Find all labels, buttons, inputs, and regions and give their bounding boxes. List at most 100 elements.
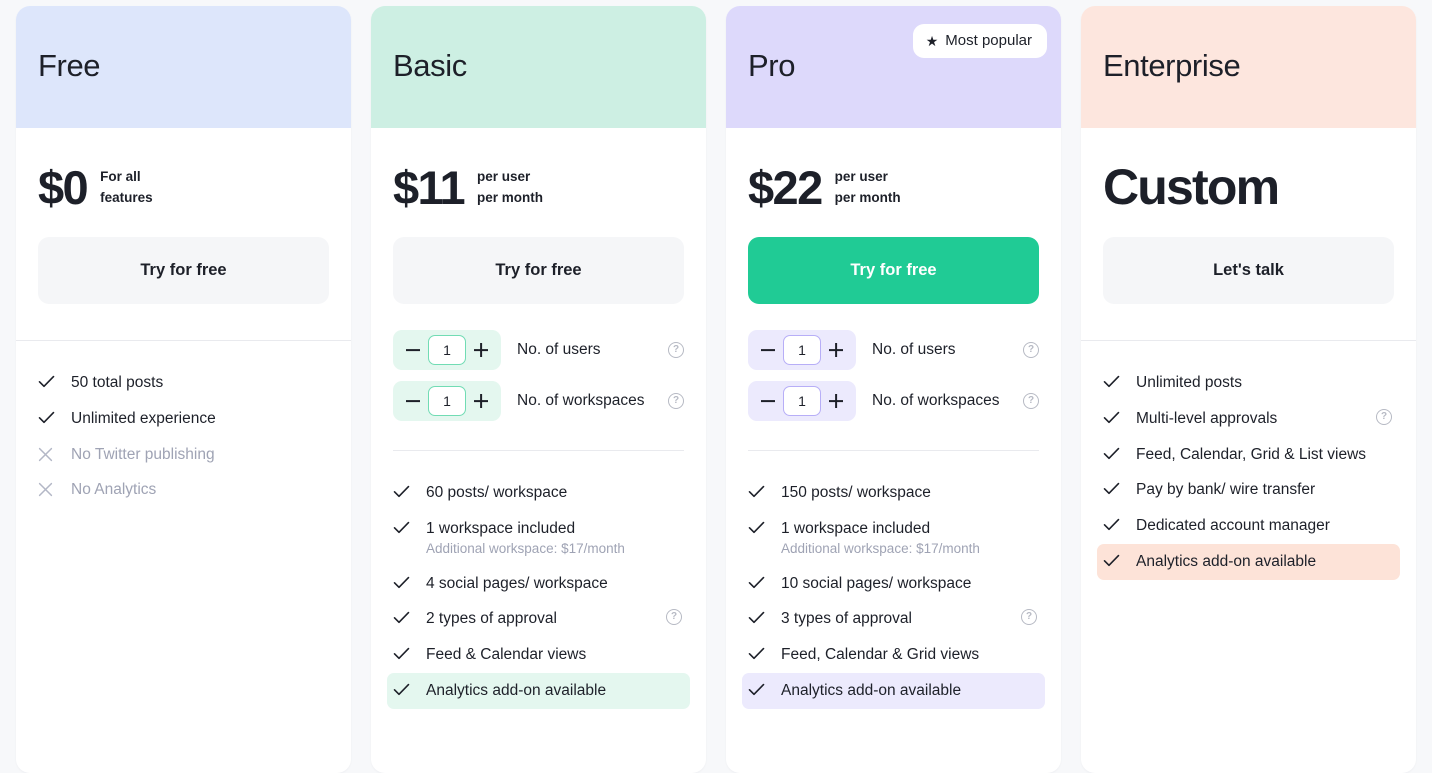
price-meta-line: per user bbox=[834, 169, 888, 185]
check-icon bbox=[38, 409, 55, 424]
feature-item: 3 types of approval ? bbox=[742, 601, 1045, 637]
feature-label: Dedicated account manager bbox=[1136, 517, 1330, 535]
feature-item: 4 social pages/ workspace bbox=[387, 566, 690, 602]
decrement-users-button[interactable] bbox=[400, 337, 426, 363]
feature-text: 60 posts/ workspace bbox=[426, 483, 682, 503]
help-icon[interactable]: ? bbox=[1023, 342, 1039, 358]
feature-item: 150 posts/ workspace bbox=[742, 475, 1045, 511]
help-icon[interactable]: ? bbox=[1021, 609, 1037, 626]
check-icon bbox=[748, 519, 765, 534]
feature-text: Unlimited posts bbox=[1136, 373, 1392, 393]
check-icon bbox=[393, 609, 410, 624]
workspaces-count-input[interactable]: 1 bbox=[783, 386, 821, 416]
feature-text: No Analytics bbox=[71, 480, 327, 500]
plan-cta-button[interactable]: Let's talk bbox=[1103, 237, 1394, 304]
feature-text: Feed & Calendar views bbox=[426, 645, 682, 665]
price-row: $22 per user per month bbox=[726, 128, 1061, 220]
feature-item: Pay by bank/ wire transfer bbox=[1097, 472, 1400, 508]
stepper-label-users: No. of users bbox=[872, 341, 956, 358]
feature-item: Unlimited posts bbox=[1097, 365, 1400, 401]
price-meta-line: per month bbox=[477, 189, 544, 205]
help-icon[interactable]: ? bbox=[666, 609, 682, 626]
quantity-stepper-users[interactable]: 1 bbox=[393, 330, 501, 370]
feature-text: Multi-level approvals bbox=[1136, 409, 1360, 429]
check-icon bbox=[748, 483, 765, 498]
quantity-stepper-workspaces[interactable]: 1 bbox=[748, 381, 856, 421]
feature-item: Feed, Calendar & Grid views bbox=[742, 637, 1045, 673]
decrement-workspaces-button[interactable] bbox=[400, 388, 426, 414]
feature-text: Pay by bank/ wire transfer bbox=[1136, 480, 1392, 500]
plan-card-basic: Basic $11 per user per month Try for free… bbox=[371, 6, 706, 773]
feature-label: Unlimited experience bbox=[71, 409, 216, 427]
decrement-workspaces-button[interactable] bbox=[755, 388, 781, 414]
feature-item: 2 types of approval ? bbox=[387, 601, 690, 637]
feature-item: Feed, Calendar, Grid & List views bbox=[1097, 437, 1400, 473]
plan-header: Enterprise bbox=[1081, 6, 1416, 128]
check-icon bbox=[1103, 373, 1120, 388]
plan-header: Basic bbox=[371, 6, 706, 128]
feature-label: 3 types of approval bbox=[781, 610, 912, 628]
increment-workspaces-button[interactable] bbox=[823, 388, 849, 414]
feature-text: Analytics add-on available bbox=[781, 681, 1037, 701]
plan-header: Pro ★ Most popular bbox=[726, 6, 1061, 128]
plan-card-enterprise: Enterprise Custom Let's talk Unlimited p… bbox=[1081, 6, 1416, 773]
plan-name: Basic bbox=[393, 48, 467, 83]
feature-label: 1 workspace included bbox=[781, 519, 931, 537]
cta-wrapper: Try for free bbox=[16, 220, 351, 304]
feature-label: Feed, Calendar, Grid & List views bbox=[1136, 445, 1367, 463]
price-meta: per user per month bbox=[477, 169, 543, 204]
price-meta-line: per month bbox=[834, 189, 901, 205]
users-count-input[interactable]: 1 bbox=[783, 335, 821, 365]
stepper-row-users: 1 No. of users ? bbox=[393, 330, 684, 370]
stepper-block: 1 No. of users ? 1 No. of workspaces ? bbox=[726, 304, 1061, 421]
increment-workspaces-button[interactable] bbox=[468, 388, 494, 414]
check-icon bbox=[748, 681, 765, 696]
quantity-stepper-workspaces[interactable]: 1 bbox=[393, 381, 501, 421]
feature-label: 150 posts/ workspace bbox=[781, 484, 931, 501]
price-row: $0 For all features bbox=[16, 128, 351, 220]
feature-label: Multi-level approvals bbox=[1136, 409, 1278, 427]
check-icon bbox=[748, 609, 765, 624]
feature-label: 60 posts/ workspace bbox=[426, 484, 568, 501]
workspaces-count-input[interactable]: 1 bbox=[428, 386, 466, 416]
feature-subtext: Additional workspace: $17/month bbox=[781, 540, 980, 556]
feature-label: Feed & Calendar views bbox=[426, 646, 587, 664]
help-icon[interactable]: ? bbox=[1376, 408, 1392, 425]
pricing-plans-grid: Free $0 For all features Try for free 50 … bbox=[0, 0, 1432, 773]
quantity-stepper-users[interactable]: 1 bbox=[748, 330, 856, 370]
stepper-label-users: No. of users bbox=[517, 341, 601, 358]
plan-cta-button[interactable]: Try for free bbox=[393, 237, 684, 304]
feature-label: Unlimited posts bbox=[1136, 374, 1242, 391]
check-icon bbox=[1103, 552, 1120, 567]
plan-cta-button[interactable]: Try for free bbox=[38, 237, 329, 304]
badge-label: Most popular bbox=[945, 32, 1032, 49]
help-icon[interactable]: ? bbox=[1023, 393, 1039, 409]
increment-users-button[interactable] bbox=[823, 337, 849, 363]
help-icon[interactable]: ? bbox=[668, 393, 684, 409]
feature-text: 150 posts/ workspace bbox=[781, 483, 1037, 503]
stepper-row-workspaces: 1 No. of workspaces ? bbox=[748, 381, 1039, 421]
feature-item: Analytics add-on available bbox=[1097, 544, 1400, 580]
plan-cta-button[interactable]: Try for free bbox=[748, 237, 1039, 304]
feature-text: Feed, Calendar, Grid & List views bbox=[1136, 445, 1392, 465]
feature-label: 4 social pages/ workspace bbox=[426, 574, 608, 592]
price-amount: $0 bbox=[38, 160, 89, 214]
price-amount: $11 bbox=[393, 160, 466, 214]
feature-text: Unlimited experience bbox=[71, 409, 327, 429]
users-count-input[interactable]: 1 bbox=[428, 335, 466, 365]
cross-icon bbox=[38, 480, 55, 497]
cta-wrapper: Try for free bbox=[371, 220, 706, 304]
help-icon[interactable]: ? bbox=[668, 342, 684, 358]
decrement-users-button[interactable] bbox=[755, 337, 781, 363]
feature-label: 1 workspace included bbox=[426, 519, 576, 537]
increment-users-button[interactable] bbox=[468, 337, 494, 363]
stepper-block: 1 No. of users ? 1 No. of workspaces ? bbox=[371, 304, 706, 421]
feature-label: Analytics add-on available bbox=[781, 682, 962, 700]
cta-wrapper: Try for free bbox=[726, 220, 1061, 304]
price-amount: $22 bbox=[748, 160, 823, 214]
feature-list: 60 posts/ workspace 1 workspace included… bbox=[371, 451, 706, 709]
check-icon bbox=[393, 645, 410, 660]
price-row: $11 per user per month bbox=[371, 128, 706, 220]
price-meta-line: per user bbox=[477, 169, 531, 185]
feature-label: 50 total posts bbox=[71, 374, 164, 391]
